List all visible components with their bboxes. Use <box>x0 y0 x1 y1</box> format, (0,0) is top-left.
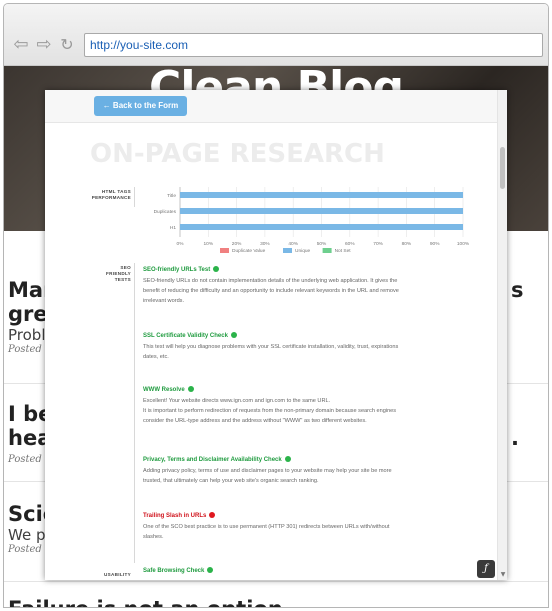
seo-check-title-text: Safe Browsing Check <box>143 568 205 574</box>
address-bar[interactable]: http://you-site.com <box>84 33 543 57</box>
seo-check-description: SEO-friendly URLs do not contain impleme… <box>143 276 468 306</box>
chart-x-tick-label: 60% <box>345 241 355 247</box>
chart-x-tick-label: 40% <box>288 241 298 247</box>
usability-section-label: USABILITY <box>104 572 131 577</box>
chart-legend-label: Unique <box>295 248 311 254</box>
post-divider <box>4 581 548 582</box>
seo-check-title[interactable]: Privacy, Terms and Disclaimer Availabili… <box>143 456 468 464</box>
seo-check-item: SSL Certificate Validity Check This test … <box>143 332 468 362</box>
seo-check-description-line: dates, etc. <box>143 354 169 360</box>
chart-legend-swatch <box>283 248 292 253</box>
back-to-form-button[interactable]: ← Back to the Form <box>94 96 187 116</box>
seo-check-title[interactable]: SEO-friendly URLs Test <box>143 266 468 274</box>
seo-check-title[interactable]: WWW Resolve <box>143 386 468 394</box>
report-modal: ← Back to the Form ON-PAGE RESEARCH HTML… <box>45 90 507 580</box>
seo-check-description: This test will help you diagnose problem… <box>143 342 468 362</box>
seo-check-description-line: consider the URL-type address and the ad… <box>143 418 367 424</box>
seo-check-title-text: Privacy, Terms and Disclaimer Availabili… <box>143 457 282 463</box>
chart-x-tick-label: 80% <box>402 241 412 247</box>
scrollbar-thumb[interactable] <box>500 147 505 189</box>
seo-check-description-line: One of the SCO best practice is to use p… <box>143 524 390 530</box>
seo-check-title-text: Trailing Slash in URLs <box>143 513 207 519</box>
modal-scrollbar[interactable]: ▼ <box>497 90 507 580</box>
seo-section-label: SEO FRIENDLY TESTS <box>45 265 131 283</box>
post-title-tail[interactable]: . <box>511 426 519 450</box>
post-preview[interactable]: Failure is not an option <box>8 597 548 607</box>
browser-toolbar: ⇦ ⇨ ↻ http://you-site.com <box>4 4 548 66</box>
chart-x-tick-label: 90% <box>430 241 440 247</box>
seo-check-title-text: SEO-friendly URLs Test <box>143 267 211 273</box>
chart-x-tick-label: 30% <box>260 241 270 247</box>
chart-bar <box>180 192 463 198</box>
chart-x-tick-label: 20% <box>232 241 242 247</box>
scroll-down-arrow-icon[interactable]: ▼ <box>498 571 507 578</box>
html-tags-chart: 0% 10% 20% 30% 40% 50% 60% 70% 80% 90% 100% Title Du… <box>137 185 472 277</box>
chart-x-tick-label: 50% <box>317 241 327 247</box>
seo-check-description-line: benefit of reducing the difficulty and a… <box>143 288 399 294</box>
status-error-icon <box>209 512 216 518</box>
chart-x-tick-label: 100% <box>457 241 470 247</box>
seo-check-title[interactable]: Safe Browsing Check <box>143 567 468 575</box>
chart-category-label: H1 <box>170 225 176 231</box>
chart-x-tick-label: 10% <box>203 241 213 247</box>
chart-category-label: Duplicates <box>154 209 177 215</box>
chart-category-label: Title <box>167 193 176 199</box>
seo-check-title-text: SSL Certificate Validity Check <box>143 333 228 339</box>
chart-bar <box>180 208 463 214</box>
forward-arrow-icon[interactable]: ⇨ <box>35 36 53 54</box>
seo-check-description-line: trusted, that ultimately can help your w… <box>143 478 319 484</box>
seo-check-item: SEO-friendly URLs Test SEO-friendly URLs … <box>143 266 468 306</box>
seo-check-description: Adding privacy policy, terms of use and … <box>143 466 468 486</box>
chart-legend-swatch <box>220 248 229 253</box>
seo-check-description-line: Adding privacy policy, terms of use and … <box>143 468 392 474</box>
seo-check-description: Excellent! Your website directs www.ign.… <box>143 396 468 426</box>
chart-x-tick-label: 70% <box>373 241 383 247</box>
status-ok-icon <box>207 567 214 573</box>
html-tags-chart-svg: 0% 10% 20% 30% 40% 50% 60% 70% 80% 90% 100% Title Du… <box>154 187 470 254</box>
section-rule <box>134 263 135 563</box>
chart-section-label: HTML TAGS PERFORMANCE <box>45 189 131 201</box>
chart-section-label-line: PERFORMANCE <box>91 195 131 200</box>
status-ok-icon <box>230 332 237 338</box>
seo-section-label-line: TESTS <box>114 277 131 282</box>
address-bar-url: http://you-site.com <box>90 38 189 52</box>
status-ok-icon <box>284 456 291 462</box>
chart-legend-swatch <box>322 248 332 253</box>
seo-check-title[interactable]: SSL Certificate Validity Check <box>143 332 468 340</box>
report-heading: ON-PAGE RESEARCH <box>90 139 385 169</box>
seo-check-description-line: Excellent! Your website directs www.ign.… <box>143 398 331 404</box>
status-ok-icon <box>187 386 194 392</box>
seo-check-item: Trailing Slash in URLs One of the SCO bes… <box>143 512 468 542</box>
modal-header: ← Back to the Form <box>45 90 497 123</box>
chart-bar <box>180 224 463 230</box>
post-title-tail[interactable]: s <box>511 278 524 302</box>
seo-check-description: One of the SCO best practice is to use p… <box>143 522 468 542</box>
seo-check-description-line: slashes. <box>143 534 164 540</box>
seo-check-item: WWW Resolve Excellent! Your website direc… <box>143 386 468 426</box>
back-arrow-icon[interactable]: ⇦ <box>12 36 30 54</box>
seo-check-description-line: This test will help you diagnose problem… <box>143 344 399 350</box>
chart-legend-label: Duplicate Value <box>232 248 266 254</box>
seo-check-item: Safe Browsing Check <box>143 567 468 575</box>
reload-icon[interactable]: ↻ <box>58 36 76 54</box>
chart-x-tick-label: 0% <box>177 241 185 247</box>
seo-check-title[interactable]: Trailing Slash in URLs <box>143 512 468 520</box>
floating-action-button[interactable]: ƒ <box>477 560 495 578</box>
seo-check-description-line: It is important to perform redirection o… <box>143 408 397 414</box>
post-title[interactable]: Failure is not an option <box>8 597 548 607</box>
seo-check-description-line: SEO-friendly URLs do not contain impleme… <box>143 278 398 284</box>
seo-check-title-text: WWW Resolve <box>143 387 185 393</box>
seo-check-description-line: irrelevant words. <box>143 298 185 304</box>
chart-legend-label: Not Set <box>335 248 352 254</box>
report-content: ON-PAGE RESEARCH HTML TAGS PERFORMANCE 0… <box>45 123 497 580</box>
section-rule <box>134 187 135 207</box>
status-ok-icon <box>213 266 220 272</box>
seo-check-item: Privacy, Terms and Disclaimer Availabili… <box>143 456 468 486</box>
